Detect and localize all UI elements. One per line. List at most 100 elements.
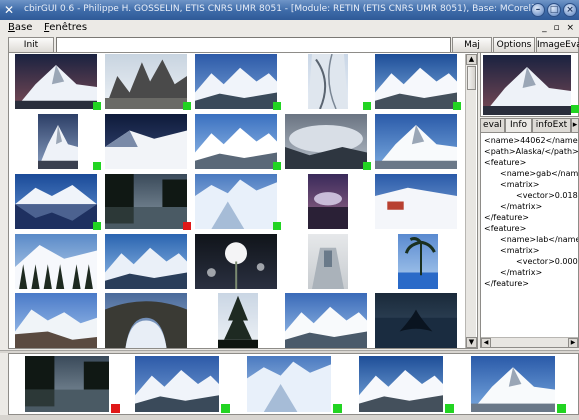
grid-thumbnail[interactable] [15, 54, 103, 112]
scroll-thumb[interactable] [467, 66, 476, 90]
scroll-down-icon[interactable]: ▼ [466, 337, 477, 348]
thumbnail-image [308, 54, 348, 109]
grid-thumbnail[interactable] [375, 234, 463, 292]
xml-info-text[interactable]: <name>44062</name> <path>Alaska/</path> <f… [480, 132, 579, 348]
grid-thumbnail[interactable] [195, 54, 283, 112]
grid-thumbnail[interactable] [15, 174, 103, 232]
thumbnail-image [135, 356, 219, 412]
strip-thumbnail[interactable] [243, 356, 343, 414]
tab-eval[interactable]: eval [480, 118, 505, 132]
grid-thumbnail[interactable] [105, 234, 193, 292]
grid-thumbnail[interactable] [375, 54, 463, 112]
grid-thumbnail[interactable] [285, 234, 373, 292]
init-button[interactable]: Init [8, 37, 54, 53]
thumbnail-image [308, 234, 348, 289]
thumbnail-image [218, 293, 258, 348]
relevance-marker-positive[interactable] [273, 102, 281, 110]
relevance-marker-positive[interactable] [93, 222, 101, 230]
grid-thumbnail[interactable] [285, 54, 373, 112]
title-bar[interactable]: ✕ cbirGUI 0.6 - Philippe H. GOSSELIN, ET… [0, 0, 579, 20]
strip-thumbnail[interactable] [131, 356, 231, 414]
grid-thumbnail[interactable] [375, 174, 463, 232]
relevance-marker-positive[interactable] [333, 404, 342, 413]
thumbnail-image [398, 234, 438, 289]
xml-hscrollbar[interactable]: ◀ ▶ [481, 337, 578, 348]
imageeval-button[interactable]: ImageEval [536, 37, 579, 53]
grid-thumbnail[interactable] [195, 114, 283, 172]
relevance-marker-positive[interactable] [221, 404, 230, 413]
thumbnail-image [15, 174, 97, 229]
window-title: cbirGUI 0.6 - Philippe H. GOSSELIN, ETIS… [24, 4, 535, 14]
thumbnail-image [375, 54, 457, 109]
relevance-marker-positive[interactable] [93, 162, 101, 170]
relevance-marker-positive[interactable] [273, 222, 281, 230]
grid-thumbnail[interactable] [105, 54, 193, 112]
xml-line: </feature> [484, 279, 529, 288]
xml-line: </feature> [484, 213, 529, 222]
tab-info[interactable]: Info [505, 118, 532, 132]
grid-thumbnail[interactable] [285, 174, 373, 232]
relevance-marker-positive[interactable] [571, 105, 579, 113]
grid-thumbnail[interactable] [195, 174, 283, 232]
grid-thumbnail[interactable] [195, 293, 283, 348]
menu-base-label: ase [14, 22, 33, 33]
scroll-up-icon[interactable]: ▲ [466, 54, 477, 65]
grid-thumbnail[interactable] [285, 293, 373, 348]
xml-line: <vector>0.01879 [516, 191, 578, 200]
thumbnail-image [285, 293, 367, 348]
relevance-marker-negative[interactable] [183, 222, 191, 230]
relevance-marker-positive[interactable] [93, 102, 101, 110]
thumbnail-image [38, 114, 78, 169]
grid-thumbnail[interactable] [105, 293, 193, 348]
thumbnail-image [15, 234, 97, 289]
thumbnail-image [359, 356, 443, 412]
relevance-marker-positive[interactable] [183, 102, 191, 110]
thumbnail-image [15, 293, 97, 348]
relevance-marker-positive[interactable] [363, 162, 371, 170]
grid-thumbnail[interactable] [105, 174, 193, 232]
menu-base[interactable]: Base [8, 22, 32, 33]
grid-scrollbar[interactable]: ▲ ▼ [465, 54, 477, 348]
options-button[interactable]: Options [493, 37, 535, 53]
results-strip[interactable] [8, 353, 579, 415]
grid-thumbnail[interactable] [105, 114, 193, 172]
maximize-button[interactable]: □ [547, 3, 561, 17]
status-bar [0, 415, 579, 420]
strip-thumbnail[interactable] [467, 356, 567, 414]
grid-thumbnail[interactable] [375, 293, 463, 348]
strip-thumbnail[interactable] [355, 356, 455, 414]
thumbnail-image [25, 356, 109, 412]
relevance-marker-negative[interactable] [111, 404, 120, 413]
close-button[interactable]: × [563, 3, 577, 17]
app-icon[interactable]: ✕ [4, 3, 18, 17]
menu-fenetres-label: enêtres [49, 22, 88, 33]
relevance-marker-positive[interactable] [363, 102, 371, 110]
scroll-left-icon[interactable]: ◀ [481, 338, 491, 348]
strip-thumbnail[interactable] [21, 356, 121, 414]
mdi-window-controls[interactable]: _ ▫ × [542, 23, 576, 33]
grid-thumbnail[interactable] [195, 234, 283, 292]
command-input[interactable] [56, 37, 451, 53]
grid-thumbnail[interactable] [375, 114, 463, 172]
xml-line: <vector>0.00000 [516, 257, 578, 266]
scroll-right-icon[interactable]: ▶ [568, 338, 578, 348]
relevance-marker-positive[interactable] [453, 102, 461, 110]
maj-button[interactable]: Maj [452, 37, 492, 53]
minimize-button[interactable]: – [531, 3, 545, 17]
tab-infoext[interactable]: infoExt [532, 118, 571, 132]
right-arrow-icon[interactable]: ▸ [571, 118, 579, 132]
grid-thumbnail[interactable] [15, 114, 103, 172]
image-grid[interactable] [8, 52, 478, 349]
relevance-marker-positive[interactable] [445, 404, 454, 413]
grid-thumbnail[interactable] [285, 114, 373, 172]
grid-thumbnail[interactable] [15, 293, 103, 348]
thumbnail-image [15, 54, 97, 109]
grid-thumbnail[interactable] [15, 234, 103, 292]
xml-line: <name>44062</name> [484, 136, 579, 145]
xml-line: <matrix> [500, 246, 540, 255]
relevance-marker-positive[interactable] [557, 404, 566, 413]
thumbnail-image [105, 174, 187, 229]
menu-fenetres[interactable]: Fenêtres [44, 22, 87, 33]
close-icon: × [566, 5, 574, 15]
relevance-marker-positive[interactable] [273, 162, 281, 170]
